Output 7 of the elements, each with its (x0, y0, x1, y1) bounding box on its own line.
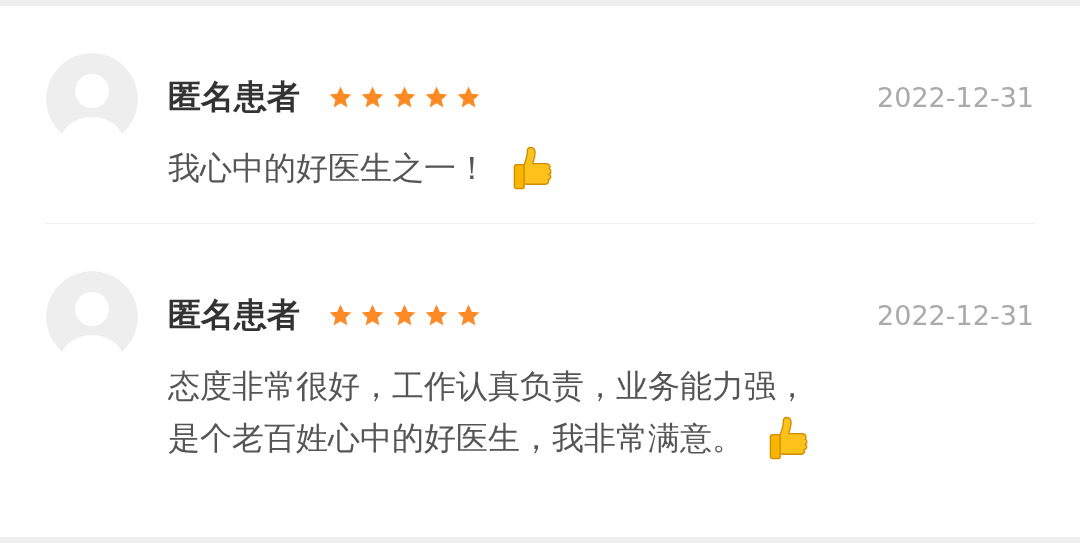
review-date: 2022-12-31 (877, 299, 1034, 331)
review-text: 我心中的好医生之一！ (168, 148, 488, 189)
reviewer-name: 匿名患者 (168, 75, 300, 118)
review-text: 态度非常很好，工作认真负责，业务能力强， (168, 366, 808, 407)
review-date: 2022-12-31 (877, 81, 1034, 113)
review-text: 是个老百姓心中的好医生，我非常满意。 (168, 418, 744, 459)
reviewer-name: 匿名患者 (168, 293, 300, 336)
